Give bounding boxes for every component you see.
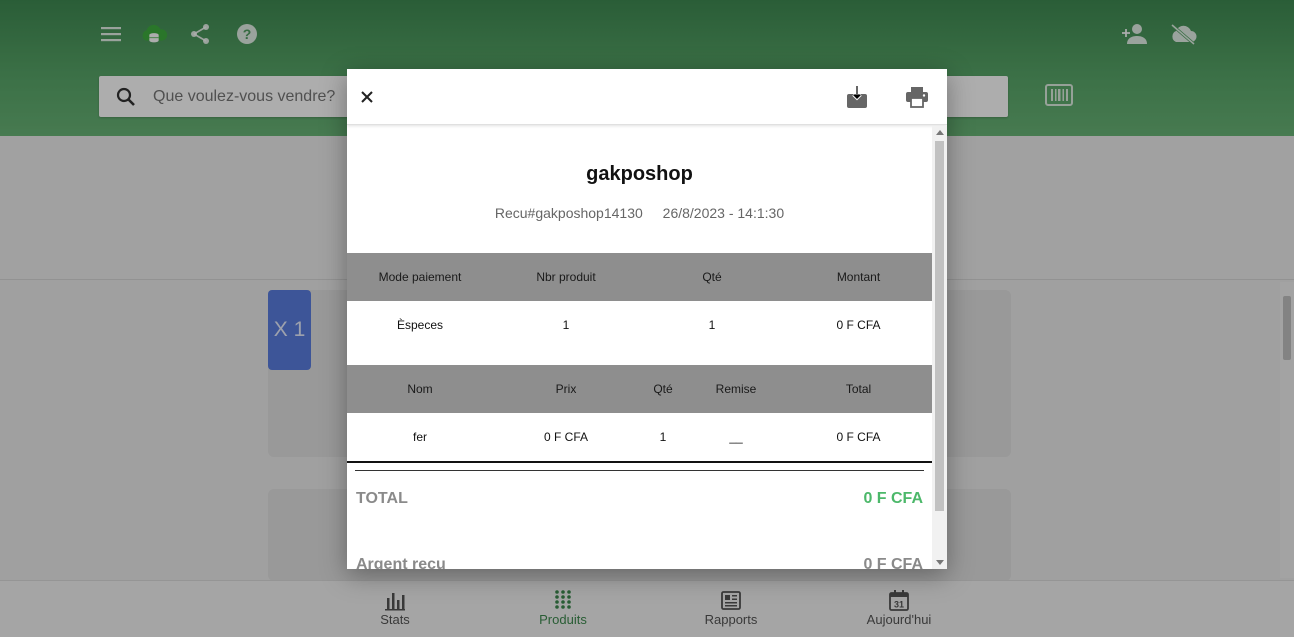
received-row: Argent recu 0 F CFA [356,556,923,569]
print-icon [906,87,928,108]
header-cell: Remise [715,382,757,396]
total-value: 0 F CFA [863,490,923,507]
table-header: Nom Prix Qté Remise Total [347,365,932,413]
header-cell: Mode paiement [378,270,462,284]
table-cell: 0 F CFA [836,318,881,332]
download-icon [847,86,867,108]
received-label: Argent recu [356,556,446,569]
close-button[interactable] [353,83,381,111]
receipt-dialog: gakposhop Recu#gakposhop14130 26/8/2023 … [347,69,947,569]
table-cell: fer [412,430,427,444]
header-cell: Montant [836,270,881,284]
header-cell: Nbr produit [536,270,596,284]
header-cell: Qté [702,270,722,284]
table-cell: 0 F CFA [836,430,881,444]
table-cell: Èspeces [396,318,444,332]
receipt-datetime: 26/8/2023 - 14:1:30 [662,205,785,221]
table-header: Mode paiement Nbr produit Qté Montant [347,253,932,301]
dialog-toolbar [347,69,947,125]
items-table: Nom Prix Qté Remise Total fer 0 F CFA 1 … [347,365,932,461]
header-cell: Qté [653,382,673,396]
total-label: TOTAL [356,490,408,507]
table-cell: 1 [708,318,716,332]
table-row: fer 0 F CFA 1 __ 0 F CFA [347,413,932,461]
receipt-meta: Recu#gakposhop14130 26/8/2023 - 14:1:30 [347,205,932,221]
receipt-number: Recu#gakposhop14130 [494,205,643,221]
close-icon [361,91,373,103]
header-cell: Prix [555,382,577,396]
header-cell: Total [845,382,872,396]
table-cell: 1 [659,430,667,444]
payment-summary-table: Mode paiement Nbr produit Qté Montant Ès… [347,253,932,349]
receipt-body: gakposhop Recu#gakposhop14130 26/8/2023 … [347,126,932,569]
total-row: TOTAL 0 F CFA [356,490,923,508]
dialog-scrollbar-thumb[interactable] [935,141,944,511]
table-cell: __ [729,430,743,444]
table-row: Èspeces 1 1 0 F CFA [347,301,932,349]
download-button[interactable] [843,83,871,111]
divider [355,470,924,471]
divider [347,461,932,463]
received-value: 0 F CFA [863,556,923,569]
scroll-down-arrow-icon[interactable] [936,560,944,565]
shop-name: gakposhop [586,163,693,185]
dialog-scrollbar[interactable] [932,126,947,569]
header-cell: Nom [407,382,433,396]
print-button[interactable] [903,83,931,111]
scroll-up-arrow-icon[interactable] [936,130,944,135]
table-cell: 0 F CFA [543,430,588,444]
table-cell: 1 [562,318,570,332]
